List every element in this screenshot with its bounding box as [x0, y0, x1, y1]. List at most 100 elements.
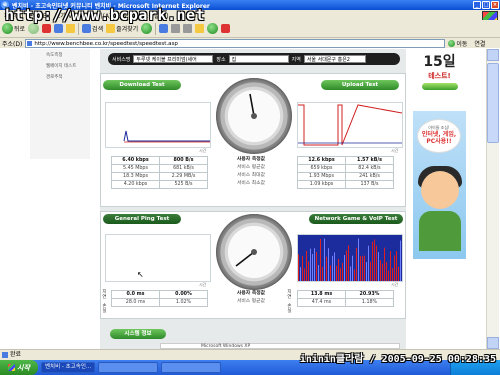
game-jitter-bar: [396, 251, 397, 281]
stop-button[interactable]: [42, 24, 52, 33]
row-label-avg: 서비스 평균값: [236, 165, 265, 170]
game-jitter-bar: [318, 265, 319, 281]
discuss-button[interactable]: [195, 24, 205, 33]
favorites-button[interactable]: 즐겨찾기: [106, 24, 138, 33]
download-gauge-needle: [249, 93, 257, 119]
game-loss-label: 손실: [287, 304, 292, 314]
game-jitter-bar: [306, 250, 307, 281]
game-avg-delay: 47.4 ms: [297, 298, 346, 307]
upload-min-rate: 137 B/s: [345, 180, 394, 189]
research-button[interactable]: [221, 24, 231, 33]
upload-graph-svg: [298, 104, 403, 146]
game-graph-svg: [298, 238, 401, 281]
close-button[interactable]: ×: [491, 1, 499, 9]
address-label: 주소(D): [2, 40, 23, 48]
mouse-cursor-icon: ↖: [137, 270, 144, 279]
vertical-scrollbar[interactable]: [486, 49, 499, 349]
start-button[interactable]: 시작: [0, 360, 38, 375]
go-button[interactable]: 이동: [448, 39, 467, 48]
search-button[interactable]: 검색: [82, 24, 103, 33]
game-jitter-bar: [342, 262, 343, 281]
game-jitter-bar: [400, 240, 401, 281]
print-icon: [171, 24, 181, 33]
game-jitter-bar: [392, 267, 393, 281]
mail-button[interactable]: [159, 24, 169, 33]
game-jitter-bar: [324, 238, 325, 281]
folder-icon: [195, 24, 205, 33]
scroll-down-button[interactable]: [487, 337, 499, 349]
ping-gauge: [216, 214, 292, 290]
game-jitter-bar: [334, 252, 335, 281]
home-button[interactable]: [66, 24, 76, 33]
forward-button[interactable]: [28, 23, 40, 34]
stop-icon: [42, 24, 52, 33]
ad-top: 15일 테스트!: [413, 49, 466, 107]
nav-item-traceroute[interactable]: 경로추적: [30, 73, 90, 82]
go-arrow-icon: [448, 39, 456, 47]
upload-series-line: [298, 104, 403, 146]
download-graph-svg: [123, 130, 210, 143]
home-icon: [66, 24, 76, 33]
messenger-button[interactable]: [207, 23, 219, 34]
download-user-rate: 800 B/s: [159, 156, 208, 165]
game-avg-loss: 1.18%: [345, 298, 394, 307]
game-jitter-bar: [332, 255, 333, 281]
download-test-title: Download Test: [103, 80, 181, 90]
game-jitter-bar: [356, 247, 357, 281]
game-jitter-bar: [382, 263, 383, 281]
ad-pill-button[interactable]: [421, 83, 458, 90]
game-jitter-bar: [330, 265, 331, 281]
ad-banner[interactable]: 15일 테스트! 아이들 조심! 인터넷, 게임, PC사용!!: [413, 49, 466, 259]
region-field[interactable]: 서울 서대문구 홍은2: [303, 55, 366, 63]
upload-graph: [297, 102, 403, 148]
place-field[interactable]: 집: [228, 55, 289, 63]
search-label: 검색: [92, 26, 104, 33]
taskbar-item[interactable]: [161, 362, 222, 373]
game-jitter-bar: [320, 239, 321, 281]
game-jitter-bar: [360, 256, 361, 281]
region-label: 지역: [291, 56, 301, 63]
game-jitter-bar: [308, 261, 309, 281]
maximize-button[interactable]: □: [482, 1, 490, 9]
row-label-max: 서비스 최대값: [236, 173, 265, 178]
game-jitter-bar: [380, 259, 381, 281]
game-jitter-bar: [358, 238, 359, 281]
upload-max-speed: 1.93 Mbps: [297, 172, 346, 181]
nav-item-webpage-test[interactable]: 웹페이지 테스트: [30, 62, 90, 71]
game-user-loss: 20.93%: [345, 290, 394, 299]
refresh-icon: [54, 24, 64, 33]
service-field[interactable]: 두루넷 케이블 프리미엄(세어: [133, 55, 214, 63]
game-user-delay: 13.8 ms: [297, 290, 346, 299]
taskbar-item-benchbee[interactable]: 벤치비 - 초고속인...: [41, 362, 96, 373]
service-label: 서비스명: [112, 56, 131, 63]
nav-item-speedtest[interactable]: 속도측정: [30, 51, 90, 60]
links-label[interactable]: 연결: [474, 39, 485, 48]
game-jitter-bar: [302, 255, 303, 281]
system-info-section: 시스템 정보 Microsoft Windows XP: [100, 325, 406, 349]
download-min-rate: 525 B/s: [159, 180, 208, 189]
game-jitter-bar: [350, 266, 351, 281]
ad-sub-text: 테스트!: [428, 72, 451, 80]
refresh-button[interactable]: [54, 24, 64, 33]
game-jitter-bar: [372, 241, 373, 281]
upload-max-rate: 241 kB/s: [345, 172, 394, 181]
ad-kid-face: [421, 171, 459, 209]
print-button[interactable]: [171, 24, 181, 33]
scroll-thumb[interactable]: [487, 63, 499, 143]
download-max-rate: 2.29 MB/s: [159, 172, 208, 181]
download-avg-speed: 5.45 Mbps: [111, 164, 160, 173]
ping-row-label-avg: 서비스 평균값: [236, 299, 265, 304]
taskbar-item[interactable]: [98, 362, 159, 373]
ping-stats-table: 0.0 ms 0.00% 28.0 ms 1.02%: [111, 290, 208, 307]
game-jitter-bar: [338, 259, 339, 281]
game-jitter-bar: [344, 254, 345, 281]
minimize-button[interactable]: _: [473, 1, 481, 9]
address-input[interactable]: http://www.benchbee.co.kr/speedtest/spee…: [25, 38, 446, 48]
back-button[interactable]: 뒤로: [2, 23, 25, 34]
game-delay-label: 지연: [287, 290, 292, 300]
game-jitter-bar: [390, 251, 391, 281]
edit-button[interactable]: [183, 24, 193, 33]
history-button[interactable]: [141, 23, 153, 34]
game-time-label: 시간: [391, 282, 399, 287]
scroll-up-button[interactable]: [487, 49, 499, 61]
